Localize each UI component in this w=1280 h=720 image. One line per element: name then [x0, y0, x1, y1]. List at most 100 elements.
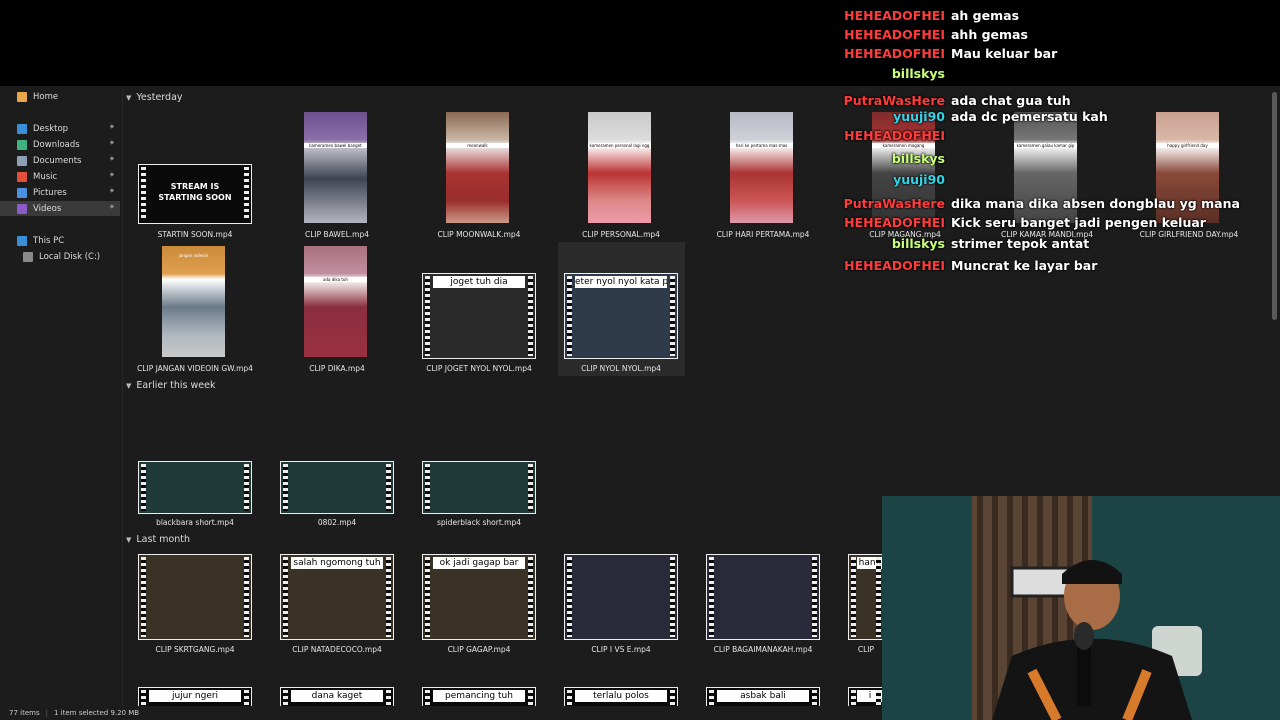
video-thumbnail [138, 554, 252, 640]
video-thumbnail [706, 554, 820, 640]
chat-text: ada chat gua tuh [951, 93, 1071, 108]
music-icon [17, 171, 27, 182]
chat-username: HEHEADOFHEI [844, 46, 945, 61]
thumbnail-text: STREAM IS STARTING SOON [158, 182, 232, 202]
thumbnail-caption: ada dika tuh [304, 277, 367, 282]
chat-text: Muncrat ke layar bar [951, 258, 1098, 273]
picture-icon [17, 187, 27, 198]
nav-home-label: Home [33, 91, 59, 102]
thumbnail-caption: joget tuh dia [433, 276, 525, 288]
video-thumbnail[interactable]: terlalu polos [564, 687, 678, 708]
video-thumbnail[interactable]: pemancing tuh [422, 687, 536, 708]
document-icon [17, 155, 27, 166]
file-name: STARTIN SOON.mp4 [157, 230, 233, 239]
nav-local-disk[interactable]: Local Disk (C:) [0, 249, 120, 264]
thumbnail-caption: asbak bali [717, 690, 809, 702]
chat-text: ah gemas [951, 8, 1020, 23]
chat-message: HEHEADOFHEI ahh gemas [842, 25, 1028, 44]
video-thumbnail[interactable]: asbak bali [706, 687, 820, 708]
chat-message: HEHEADOFHEI Kick seru banget jadi pengen … [842, 213, 1206, 232]
video-thumbnail: kameramen personal lagi ngg [588, 112, 651, 223]
video-thumbnail [422, 461, 536, 514]
video-thumbnail: ok jadi gagap bar [422, 554, 536, 640]
chat-message: HEHEADOFHEI [842, 126, 951, 145]
file-name: 0802.mp4 [317, 518, 357, 527]
navigation-pane: Home Desktop ✷ Downloads ✷ Documents ✷ Music ✷ P… [0, 86, 123, 706]
chevron-down-icon: ▼ [126, 381, 132, 390]
video-thumbnail: salah ngomong tuh [280, 554, 394, 640]
drive-icon [23, 251, 33, 262]
file-name: CLIP SKRTGANG.mp4 [155, 645, 235, 654]
webcam-overlay [882, 496, 1280, 720]
nav-desktop[interactable]: Desktop ✷ [0, 121, 120, 136]
chat-username: HEHEADOFHEI [844, 215, 945, 230]
file-name: CLIP NYOL NYOL.mp4 [581, 364, 661, 373]
file-name: CLIP GAGAP.mp4 [447, 645, 511, 654]
group-earlier-label: Earlier this week [136, 380, 216, 391]
group-yesterday[interactable]: ▼ Yesterday [126, 92, 183, 103]
file-name: spiderblack short.mp4 [437, 518, 521, 527]
chat-username: billskys [891, 236, 945, 251]
nav-local-disk-label: Local Disk (C:) [39, 251, 101, 262]
thumbnail-caption: eter nyol nyol kata pun [575, 276, 667, 288]
nav-downloads[interactable]: Downloads ✷ [0, 137, 120, 152]
pin-icon[interactable]: ✷ [109, 140, 115, 147]
chat-message: PutraWasHere dika mana dika absen dongbla… [842, 194, 1240, 213]
video-thumbnail: STREAM IS STARTING SOON [138, 164, 252, 224]
file-name: CLIP BAGAIMANAKAH.mp4 [713, 645, 813, 654]
chat-text: Kick seru banget jadi pengen keluar [951, 215, 1206, 230]
group-last-month[interactable]: ▼ Last month [126, 534, 190, 545]
nav-pictures[interactable]: Pictures ✷ [0, 185, 120, 200]
pin-icon[interactable]: ✷ [109, 172, 115, 179]
video-thumbnail[interactable]: i [848, 687, 884, 708]
chat-text: ahh gemas [951, 27, 1028, 42]
video-thumbnail: hari ke pertama mas-mas [730, 112, 793, 223]
chat-text: dika mana dika absen dongblau yg mana [951, 196, 1240, 211]
file-name: CLIP NATADECOCO.mp4 [292, 645, 382, 654]
chat-username: yuuji90 [893, 109, 945, 124]
chat-username: billskys [891, 151, 945, 166]
nav-documents[interactable]: Documents ✷ [0, 153, 120, 168]
chat-message: billskys [842, 149, 951, 168]
file-name: CLIP MOONWALK.mp4 [437, 230, 521, 239]
pin-icon[interactable]: ✷ [109, 124, 115, 131]
chat-text: strimer tepok antat [951, 236, 1090, 251]
nav-label: Downloads [33, 139, 80, 150]
video-thumbnail: ada dika tuh [304, 246, 367, 357]
chat-message: yuuji90 ada dc pemersatu kah [842, 107, 1108, 126]
chat-message: billskys [842, 64, 951, 83]
computer-icon [17, 235, 27, 246]
thumbnail-caption: jangan videoin [178, 253, 209, 258]
chat-message: HEHEADOFHEI Muncrat ke layar bar [842, 256, 1097, 275]
group-earlier[interactable]: ▼ Earlier this week [126, 380, 216, 391]
file-name: CLIP PERSONAL.mp4 [582, 230, 660, 239]
chat-username: billskys [891, 66, 945, 81]
chat-text: ada dc pemersatu kah [951, 109, 1108, 124]
file-name: CLIP JANGAN VIDEOIN GW.mp4 [137, 364, 253, 373]
pin-icon[interactable]: ✷ [109, 156, 115, 163]
status-divider: | [45, 709, 48, 717]
chat-username: HEHEADOFHEI [844, 128, 945, 143]
video-thumbnail [280, 461, 394, 514]
chat-text: Mau keluar bar [951, 46, 1058, 61]
video-thumbnail[interactable]: jujur ngeri [138, 687, 252, 708]
vertical-scrollbar[interactable] [1272, 92, 1277, 320]
nav-this-pc[interactable]: This PC [0, 233, 120, 248]
thumbnail-caption: dana kaget [291, 690, 383, 702]
video-thumbnail: moonwalk [446, 112, 509, 223]
video-icon [17, 203, 27, 214]
pin-icon[interactable]: ✷ [109, 204, 115, 211]
video-thumbnail: eter nyol nyol kata pun [564, 273, 678, 359]
thumbnail-caption: moonwalk [446, 143, 509, 148]
file-name: CLIP I VS E.mp4 [591, 645, 651, 654]
pin-icon[interactable]: ✷ [109, 188, 115, 195]
nav-videos[interactable]: Videos ✷ [0, 201, 120, 216]
thumbnail-caption: ok jadi gagap bar [433, 557, 525, 569]
thumbnail-caption: kameramen bawel banget [304, 143, 367, 148]
nav-home[interactable]: Home [0, 89, 120, 104]
chat-username: HEHEADOFHEI [844, 27, 945, 42]
nav-music[interactable]: Music ✷ [0, 169, 120, 184]
video-thumbnail[interactable]: dana kaget [280, 687, 394, 708]
chat-username: HEHEADOFHEI [844, 258, 945, 273]
chat-username: yuuji90 [893, 172, 945, 187]
